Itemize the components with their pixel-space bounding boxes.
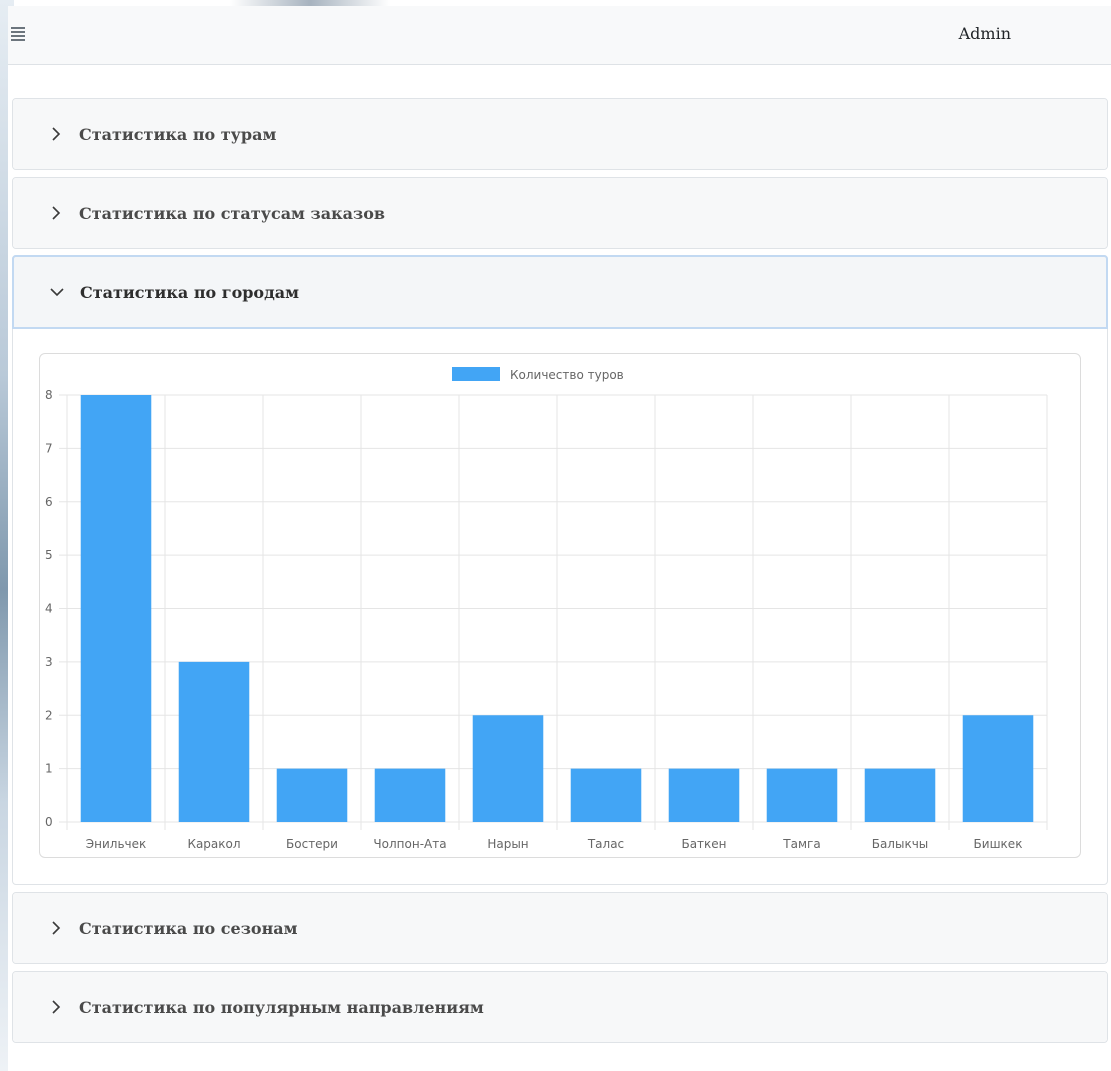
bar-3 — [276, 768, 348, 822]
bar-7 — [668, 768, 740, 822]
chevron-right-icon — [52, 921, 61, 935]
bar-8 — [766, 768, 838, 822]
legend-swatch — [452, 367, 500, 381]
y-tick-label: 8 — [45, 388, 53, 402]
accordion-seasons: Статистика по сезонам — [12, 892, 1108, 964]
chevron-down-icon — [50, 288, 64, 297]
chevron-right-icon — [52, 206, 61, 220]
accordion-cities: Статистика по городам 0 1 2 3 4 5 6 7 8 Энильчек К… — [12, 255, 1108, 885]
cities-bar-chart: 0 1 2 3 4 5 6 7 8 Энильчек Каракол Бостери Чолпон-Ат… — [45, 367, 1048, 851]
y-tick-label: 7 — [45, 441, 53, 455]
accordion-header-seasons[interactable]: Статистика по сезонам — [13, 893, 1107, 963]
bar-4 — [374, 768, 446, 822]
bar-5 — [472, 715, 544, 822]
x-tick-label: Чолпон-Ата — [373, 837, 446, 851]
x-tick-label: Бостери — [286, 837, 338, 851]
chevron-right-icon — [52, 127, 61, 141]
y-tick-label: 3 — [45, 655, 53, 669]
accordion-header-tours[interactable]: Статистика по турам — [13, 99, 1107, 169]
bar-2 — [178, 661, 250, 822]
accordion-tours: Статистика по турам — [12, 98, 1108, 170]
page: Admin Статистика по турам Статистика по … — [8, 6, 1111, 1071]
x-tick-label: Бишкек — [974, 837, 1023, 851]
x-tick-label: Нарын — [487, 837, 528, 851]
x-tick-label: Тамга — [782, 837, 820, 851]
accordion-header-order-statuses[interactable]: Статистика по статусам заказов — [13, 178, 1107, 248]
accordion-title: Статистика по сезонам — [79, 918, 298, 938]
x-tick-label: Балыкчы — [872, 837, 929, 851]
x-tick-label: Каракол — [187, 837, 240, 851]
top-navbar: Admin — [8, 6, 1111, 65]
bar-1 — [80, 395, 152, 822]
accordion-title: Статистика по турам — [79, 124, 277, 144]
chevron-right-icon — [52, 1000, 61, 1014]
y-tick-label: 2 — [45, 708, 53, 722]
cities-chart-card: 0 1 2 3 4 5 6 7 8 Энильчек Каракол Бостери Чолпон-Ат… — [39, 353, 1081, 858]
accordion-header-cities[interactable]: Статистика по городам — [12, 255, 1108, 329]
bar-6 — [570, 768, 642, 822]
user-menu-admin[interactable]: Admin — [959, 24, 1011, 43]
accordion-header-popular-destinations[interactable]: Статистика по популярным направлениям — [13, 972, 1107, 1042]
accordion-title: Статистика по городам — [80, 282, 300, 302]
hamburger-icon[interactable] — [11, 27, 25, 41]
x-tick-label: Баткен — [681, 837, 726, 851]
x-tick-label: Талас — [587, 837, 624, 851]
legend-label: Количество туров — [510, 368, 624, 382]
y-tick-label: 1 — [45, 762, 53, 776]
accordion-title: Статистика по статусам заказов — [79, 203, 386, 223]
bar-9 — [864, 768, 936, 822]
bar-10 — [962, 715, 1034, 822]
y-tick-label: 0 — [45, 815, 53, 829]
accordion-popular-destinations: Статистика по популярным направлениям — [12, 971, 1108, 1043]
y-tick-label: 5 — [45, 548, 53, 562]
accordion-order-statuses: Статистика по статусам заказов — [12, 177, 1108, 249]
x-tick-label: Энильчек — [86, 837, 147, 851]
accordion-title: Статистика по популярным направлениям — [79, 997, 484, 1017]
y-tick-label: 6 — [45, 495, 53, 509]
y-tick-label: 4 — [45, 602, 53, 616]
